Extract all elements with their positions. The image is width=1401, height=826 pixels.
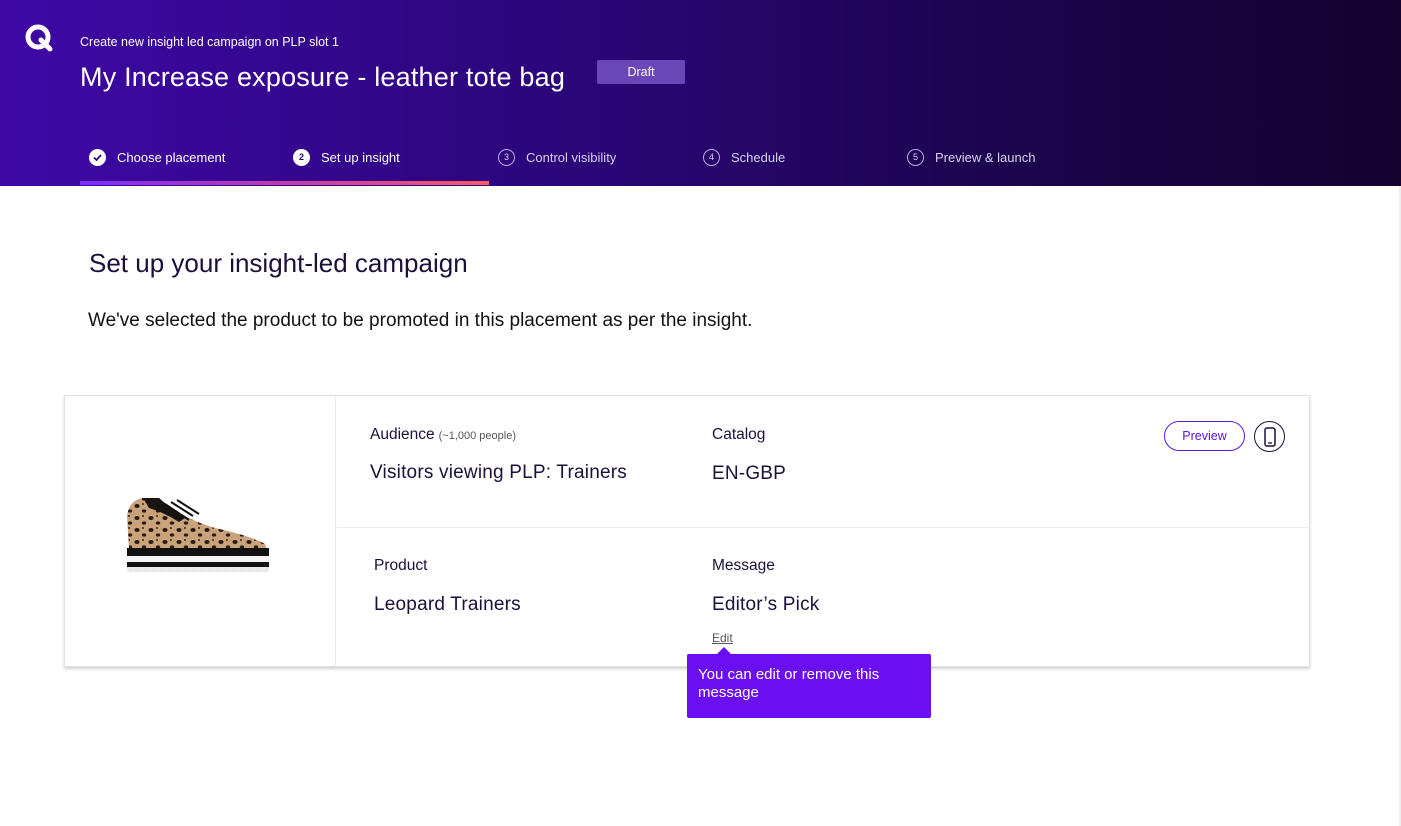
step-control-visibility[interactable]: 3 Control visibility	[498, 148, 616, 166]
message-label: Message	[712, 557, 775, 574]
page-description: We've selected the product to be promote…	[88, 310, 753, 331]
step-schedule[interactable]: 4 Schedule	[703, 148, 785, 166]
edit-message-link[interactable]: Edit	[712, 631, 733, 645]
wizard-steps: Choose placement 2 Set up insight 3 Cont…	[80, 140, 1180, 186]
step-progress-bar	[80, 181, 489, 185]
step-number: 5	[907, 148, 924, 166]
step-number: 4	[703, 148, 720, 166]
step-set-up-insight[interactable]: 2 Set up insight	[293, 148, 400, 166]
tooltip-arrow	[717, 647, 731, 654]
campaign-title: My Increase exposure - leather tote bag	[80, 62, 566, 92]
catalog-value: EN-GBP	[712, 463, 787, 484]
insight-card: Audience (~1,000 people) Visitors viewing…	[64, 395, 1310, 667]
step-label: Control visibility	[526, 149, 617, 165]
campaign-header: Create new insight led campaign on PLP s…	[0, 0, 1401, 186]
product-value: Leopard Trainers	[374, 594, 521, 615]
audience-value: Visitors viewing PLP: Trainers	[370, 462, 627, 483]
step-number: 2	[293, 148, 310, 166]
card-row-divider	[337, 527, 1309, 528]
edit-message-tooltip: You can edit or remove this message	[687, 654, 931, 718]
step-preview-launch[interactable]: 5 Preview & launch	[907, 148, 1035, 166]
catalog-label: Catalog	[712, 426, 766, 443]
q-logo-icon[interactable]	[24, 23, 54, 53]
step-label: Set up insight	[321, 149, 400, 165]
campaign-subtitle: Create new insight led campaign on PLP s…	[80, 35, 339, 49]
page-title: Set up your insight-led campaign	[89, 248, 468, 278]
step-label: Choose placement	[117, 149, 226, 165]
step-label: Preview & launch	[935, 149, 1036, 165]
audience-size-note: (~1,000 people)	[438, 430, 517, 442]
product-image-panel	[65, 396, 336, 666]
mobile-phone-icon[interactable]	[1254, 421, 1285, 452]
audience-label-text: Audience	[370, 426, 435, 443]
step-number: 3	[498, 148, 515, 166]
step-choose-placement[interactable]: Choose placement	[89, 148, 225, 166]
audience-label: Audience (~1,000 people)	[370, 426, 516, 444]
checkmark-icon	[89, 148, 106, 166]
preview-button[interactable]: Preview	[1164, 421, 1245, 451]
step-label: Schedule	[731, 149, 786, 165]
leopard-trainer-image	[127, 498, 269, 573]
product-label: Product	[374, 557, 428, 574]
status-badge: Draft	[597, 60, 685, 84]
message-value: Editor’s Pick	[712, 594, 820, 615]
